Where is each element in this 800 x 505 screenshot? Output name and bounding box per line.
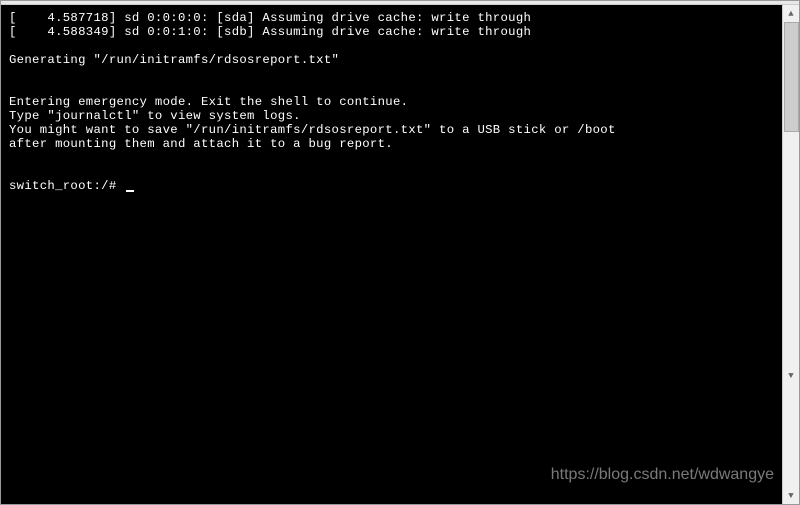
scroll-down-arrow-icon[interactable]: ▼ <box>783 367 799 384</box>
log-line: Generating "/run/initramfs/rdsosreport.t… <box>9 53 339 67</box>
terminal-area: [ 4.587718] sd 0:0:0:0: [sda] Assuming d… <box>1 5 799 504</box>
cursor <box>126 190 134 192</box>
log-line: You might want to save "/run/initramfs/r… <box>9 123 616 137</box>
terminal-output[interactable]: [ 4.587718] sd 0:0:0:0: [sda] Assuming d… <box>1 5 782 504</box>
terminal-window: [ 4.587718] sd 0:0:0:0: [sda] Assuming d… <box>0 0 800 505</box>
scroll-down-arrow[interactable]: ▼ <box>783 487 799 504</box>
scroll-thumb[interactable] <box>784 22 799 132</box>
log-line: after mounting them and attach it to a b… <box>9 137 393 151</box>
scroll-up-arrow[interactable]: ▲ <box>783 5 799 22</box>
log-line: [ 4.587718] sd 0:0:0:0: [sda] Assuming d… <box>9 11 531 25</box>
log-line: Type "journalctl" to view system logs. <box>9 109 301 123</box>
shell-prompt: switch_root:/# <box>9 179 124 193</box>
vertical-scrollbar[interactable]: ▲ ▼ ▼ <box>782 5 799 504</box>
log-line: Entering emergency mode. Exit the shell … <box>9 95 408 109</box>
log-line: [ 4.588349] sd 0:0:1:0: [sdb] Assuming d… <box>9 25 531 39</box>
